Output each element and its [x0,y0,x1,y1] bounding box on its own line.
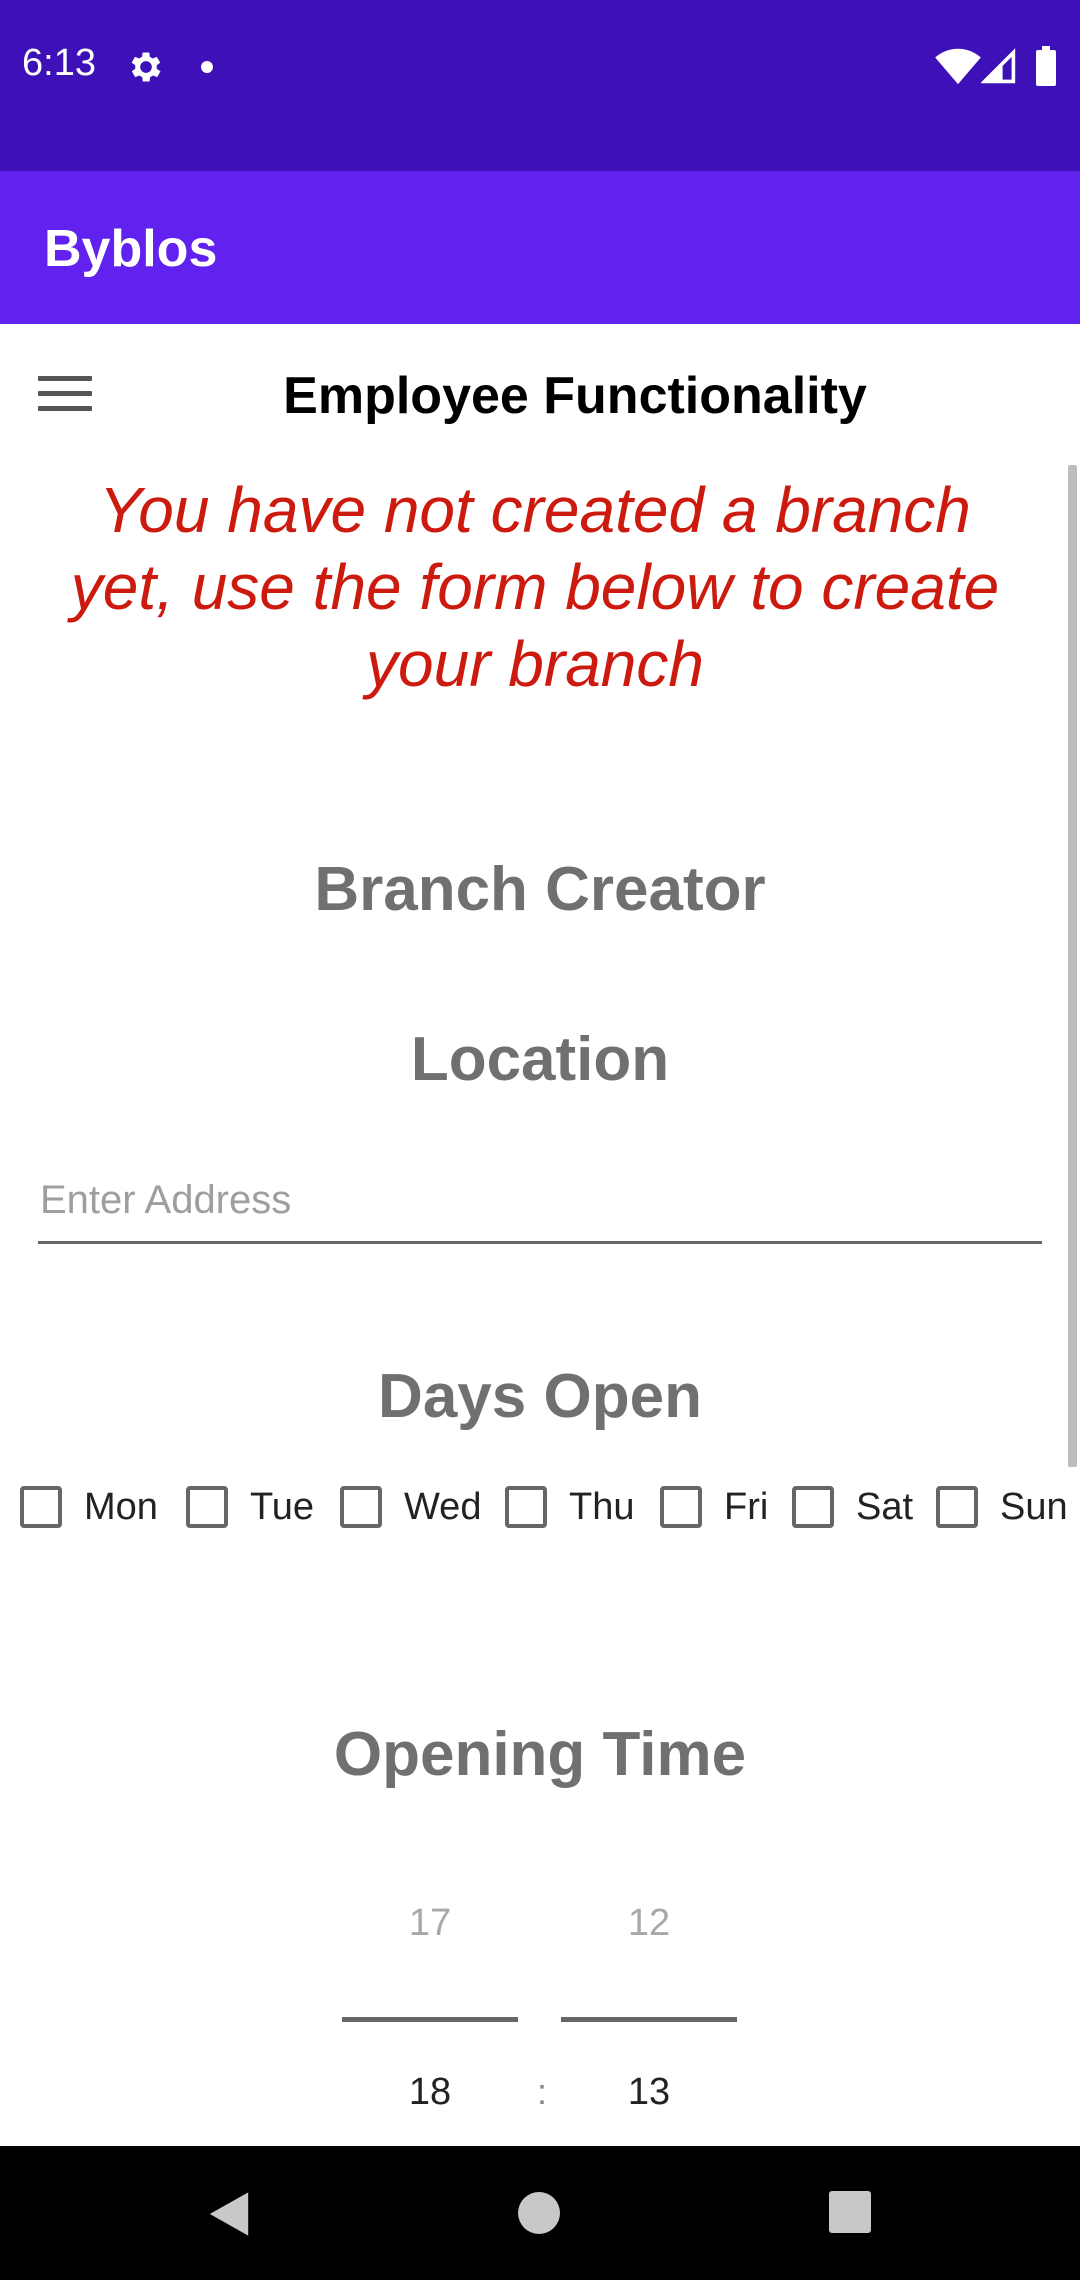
status-bar: 6:13 [0,0,1080,171]
checkbox[interactable] [792,1486,834,1528]
day-checkbox-wed[interactable]: Wed [340,1477,481,1537]
system-nav-bar [0,2146,1080,2280]
hamburger-menu-icon[interactable] [38,376,92,416]
minute-value[interactable]: 13 [561,2071,737,2114]
recent-apps-icon[interactable] [829,2191,871,2233]
day-checkbox-sat[interactable]: Sat [792,1477,913,1537]
days-checkbox-row: Mon Tue Wed Thu Fri Sat Sun [0,1477,1080,1537]
minute-picker[interactable]: 12 [561,1902,737,1945]
day-label: Sat [856,1485,914,1528]
minute-divider [561,2017,737,2022]
app-bar: Byblos [0,171,1080,324]
checkbox[interactable] [186,1486,228,1528]
day-checkbox-thu[interactable]: Thu [505,1477,634,1537]
time-separator: : [536,2071,547,2112]
hour-picker[interactable]: 17 [342,1902,518,1945]
location-heading: Location [410,1025,670,1094]
minute-current[interactable]: 13 [561,2071,737,2114]
opening-time-heading: Opening Time [333,1720,747,1789]
main-content: Employee Functionality You have not crea… [0,324,1080,2146]
checkbox[interactable] [660,1486,702,1528]
day-label: Thu [569,1485,635,1528]
hour-prev-value[interactable]: 17 [342,1902,518,1945]
checkbox[interactable] [505,1486,547,1528]
day-label: Mon [84,1485,158,1528]
minute-prev-value[interactable]: 12 [561,1902,737,1945]
no-branch-warning: You have not created a branch yet, use t… [70,474,1000,700]
wifi-icon [935,48,981,85]
day-label: Sun [1000,1485,1068,1528]
scrollbar[interactable] [1068,465,1077,1467]
day-label: Wed [404,1485,482,1528]
day-label: Fri [724,1485,769,1528]
hour-divider [342,2017,518,2022]
hour-value[interactable]: 18 [342,2071,518,2114]
hour-current[interactable]: 18 [342,2071,518,2114]
cell-signal-icon [981,48,1016,84]
checkbox[interactable] [936,1486,978,1528]
address-input[interactable] [38,1166,1042,1244]
checkbox[interactable] [340,1486,382,1528]
home-icon[interactable] [518,2192,560,2234]
day-checkbox-sun[interactable]: Sun [936,1477,1068,1537]
settings-gear-icon [131,52,161,82]
days-open-heading: Days Open [378,1362,702,1431]
day-checkbox-fri[interactable]: Fri [660,1477,768,1537]
notification-dot-icon [201,61,213,73]
screen-title: Employee Functionality [283,367,867,425]
back-icon[interactable] [204,2190,254,2238]
branch-creator-heading: Branch Creator [314,855,766,924]
app-title: Byblos [44,220,218,278]
status-time: 6:13 [22,42,96,84]
day-checkbox-mon[interactable]: Mon [20,1477,158,1537]
battery-icon [1036,46,1056,86]
checkbox[interactable] [20,1486,62,1528]
day-checkbox-tue[interactable]: Tue [186,1477,314,1537]
day-label: Tue [250,1485,315,1528]
